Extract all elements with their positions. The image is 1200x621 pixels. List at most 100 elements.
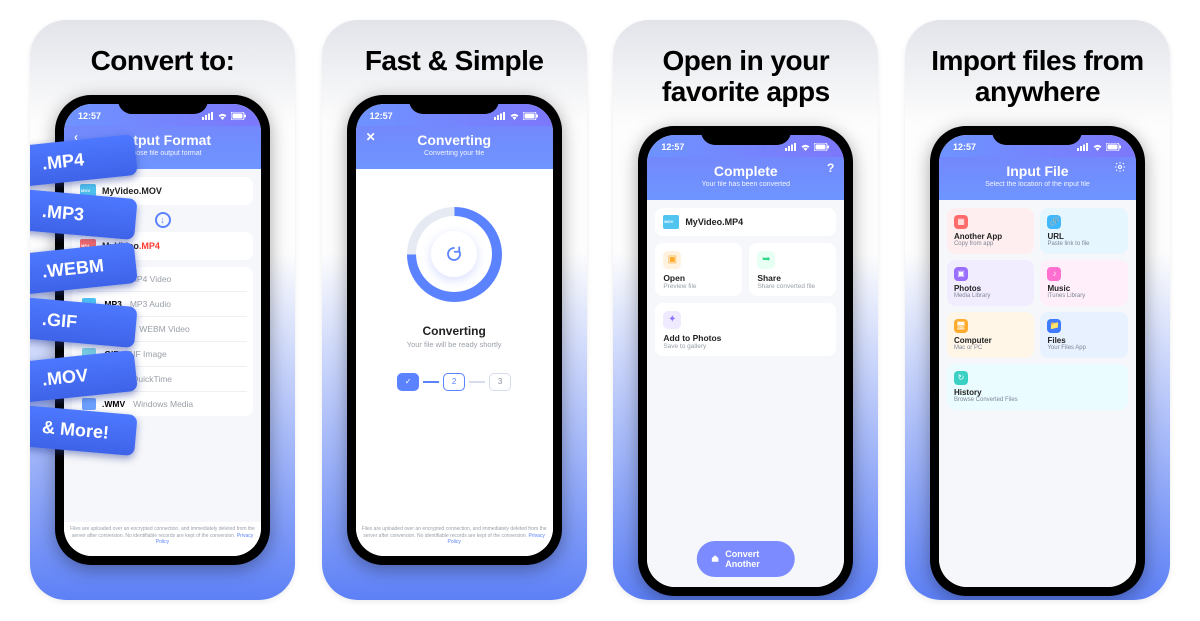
panel-complete: Open in your favorite apps 12:57 ? Compl… bbox=[613, 20, 878, 600]
signal-icon bbox=[1077, 143, 1089, 151]
step-line bbox=[423, 381, 439, 383]
computer-icon: 🖥 bbox=[954, 319, 968, 333]
statusbar-time: 12:57 bbox=[78, 111, 101, 121]
screen-header: ? Complete Your file has been converted bbox=[647, 157, 844, 200]
spinner-area: Converting Your file will be ready short… bbox=[364, 177, 545, 391]
chip-webm: .WEBM bbox=[30, 242, 138, 295]
screen-body: Converting Your file will be ready short… bbox=[356, 169, 553, 523]
chip-more: & More! bbox=[30, 405, 138, 456]
footer-note: Files are uploaded over an encrypted con… bbox=[356, 522, 553, 556]
chip-mp3: .MP3 bbox=[30, 189, 138, 240]
sync-icon bbox=[431, 231, 477, 277]
panel-converting: Fast & Simple 12:57 ✕ Converting Convert… bbox=[322, 20, 587, 600]
battery-icon bbox=[1106, 143, 1122, 151]
photos-icon: ✦ bbox=[663, 311, 681, 329]
tile-computer[interactable]: 🖥ComputerMac or PC bbox=[947, 312, 1035, 358]
footer-note: Files are uploaded over an encrypted con… bbox=[64, 522, 261, 556]
wifi-icon bbox=[509, 112, 520, 120]
close-button[interactable]: ✕ bbox=[366, 130, 376, 144]
screen-body: MyVideo.MP4 ▣ Open Preview file ➥ Share … bbox=[647, 200, 844, 587]
source-tiles: ▦Another AppCopy from app 🔗URLPaste link… bbox=[947, 208, 1128, 410]
phone-frame: 12:57 ? Complete Your file has been conv… bbox=[638, 126, 853, 596]
share-icon: ➥ bbox=[757, 251, 775, 269]
phone-frame: 12:57 Input File Select the location of … bbox=[930, 126, 1145, 596]
notch bbox=[409, 95, 499, 114]
screen: 12:57 Input File Select the location of … bbox=[939, 135, 1136, 587]
statusbar-icons bbox=[494, 112, 539, 120]
wifi-icon bbox=[800, 143, 811, 151]
statusbar-icons bbox=[1077, 143, 1122, 151]
phone-frame: 12:57 ✕ Converting Converting your file bbox=[347, 95, 562, 565]
signal-icon bbox=[785, 143, 797, 151]
statusbar-time: 12:57 bbox=[661, 142, 684, 152]
notch bbox=[701, 126, 791, 145]
folder-icon: 📁 bbox=[1047, 319, 1061, 333]
panel-title: Convert to: bbox=[91, 46, 235, 77]
header-sub: Select the location of the input file bbox=[945, 181, 1130, 188]
screen-header: Input File Select the location of the in… bbox=[939, 157, 1136, 200]
screen: 12:57 ✕ Converting Converting your file bbox=[356, 104, 553, 556]
screen: 12:57 ? Complete Your file has been conv… bbox=[647, 135, 844, 587]
wifi-icon bbox=[217, 112, 228, 120]
arrow-down-icon: ↓ bbox=[155, 212, 171, 228]
wifi-icon bbox=[1092, 143, 1103, 151]
tile-photos[interactable]: ▣PhotosMedia Library bbox=[947, 260, 1035, 306]
result-filename: MyVideo.MP4 bbox=[685, 217, 743, 227]
header-sub: Converting your file bbox=[362, 150, 547, 157]
converting-sub: Your file will be ready shortly bbox=[407, 340, 502, 349]
settings-button[interactable] bbox=[1114, 161, 1126, 173]
step-2: 2 bbox=[443, 373, 465, 391]
header-title: Input File bbox=[945, 163, 1130, 179]
open-action[interactable]: ▣ Open Preview file bbox=[655, 243, 742, 296]
convert-another-button[interactable]: Convert Another bbox=[697, 541, 796, 577]
chip-gif: .GIF bbox=[30, 297, 138, 348]
statusbar-time: 12:57 bbox=[370, 111, 393, 121]
step-1: ✓ bbox=[397, 373, 419, 391]
step-3: 3 bbox=[489, 373, 511, 391]
tile-history[interactable]: ↻HistoryBrowse Converted Files bbox=[947, 364, 1128, 410]
share-action[interactable]: ➥ Share Share converted file bbox=[749, 243, 836, 296]
photo-icon: ▣ bbox=[954, 267, 968, 281]
music-icon: ♪ bbox=[1047, 267, 1061, 281]
battery-icon bbox=[523, 112, 539, 120]
statusbar-icons bbox=[202, 112, 247, 120]
battery-icon bbox=[814, 143, 830, 151]
panel-title: Open in your favorite apps bbox=[613, 46, 878, 108]
statusbar-icons bbox=[785, 143, 830, 151]
tile-music[interactable]: ♪MusiciTunes Library bbox=[1040, 260, 1128, 306]
header-title: Converting bbox=[362, 132, 547, 148]
home-icon bbox=[711, 553, 720, 564]
chip-mov: .MOV bbox=[30, 350, 138, 403]
tile-another-app[interactable]: ▦Another AppCopy from app bbox=[947, 208, 1035, 254]
chip-mp4: .MP4 bbox=[30, 134, 138, 187]
tile-url[interactable]: 🔗URLPaste link to file bbox=[1040, 208, 1128, 254]
mp4-file-icon bbox=[663, 215, 679, 229]
screen-body: ▦Another AppCopy from app 🔗URLPaste link… bbox=[939, 200, 1136, 587]
header-sub: Your file has been converted bbox=[653, 181, 838, 188]
battery-icon bbox=[231, 112, 247, 120]
progress-ring bbox=[407, 207, 502, 302]
step-indicator: ✓ 2 3 bbox=[397, 373, 511, 391]
result-file-row[interactable]: MyVideo.MP4 bbox=[655, 208, 836, 236]
link-icon: 🔗 bbox=[1047, 215, 1061, 229]
converting-label: Converting bbox=[422, 324, 485, 338]
action-grid: ▣ Open Preview file ➥ Share Share conver… bbox=[655, 243, 836, 356]
panel-title: Fast & Simple bbox=[365, 46, 544, 77]
notch bbox=[992, 126, 1082, 145]
add-to-photos-action[interactable]: ✦ Add to Photos Save to gallery bbox=[655, 303, 836, 356]
step-line bbox=[469, 381, 485, 383]
header-title: Complete bbox=[653, 163, 838, 179]
help-button[interactable]: ? bbox=[827, 161, 834, 175]
notch bbox=[118, 95, 208, 114]
panel-input-file: Import files from anywhere 12:57 Input F… bbox=[905, 20, 1170, 600]
tile-files[interactable]: 📁FilesYour Files App bbox=[1040, 312, 1128, 358]
signal-icon bbox=[494, 112, 506, 120]
screen-header: ✕ Converting Converting your file bbox=[356, 126, 553, 169]
signal-icon bbox=[202, 112, 214, 120]
open-icon: ▣ bbox=[663, 251, 681, 269]
statusbar-time: 12:57 bbox=[953, 142, 976, 152]
panel-title: Import files from anywhere bbox=[905, 46, 1170, 108]
panel-convert-to: Convert to: .MP4 .MP3 .WEBM .GIF .MOV & … bbox=[30, 20, 295, 600]
history-icon: ↻ bbox=[954, 371, 968, 385]
apps-icon: ▦ bbox=[954, 215, 968, 229]
